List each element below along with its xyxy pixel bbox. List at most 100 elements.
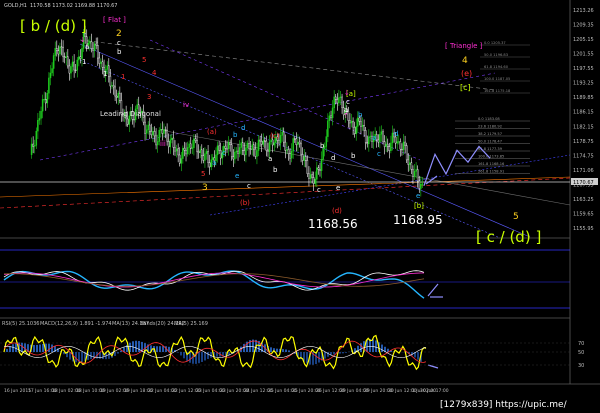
candle-body (407, 159, 409, 165)
candle-body (194, 138, 197, 141)
fib-upper-label: 50.0 1196.83 (484, 53, 508, 57)
price-tick: 1209.35 (573, 23, 594, 29)
candle-body (319, 169, 321, 171)
window-ohlc: 1170.58 1173.02 1169.88 1170.67 (30, 3, 117, 9)
fib-label: 38.2 1179.57 (478, 132, 502, 136)
price-tick: 1205.15 (573, 37, 594, 43)
fib-upper-label: 161.8 1175.18 (484, 89, 511, 93)
candle-body (163, 129, 165, 134)
candle-body (126, 118, 129, 125)
candle-body (379, 134, 381, 143)
candle-body (338, 97, 340, 104)
candle-body (264, 140, 266, 142)
candle-body (202, 155, 205, 161)
candle-body (413, 171, 416, 177)
candle-body (172, 137, 175, 148)
candle-body (409, 162, 411, 165)
candle-body (410, 162, 413, 170)
candle-body (234, 151, 236, 160)
candle-body (294, 138, 296, 140)
candle-body (387, 143, 389, 147)
candle-body (401, 148, 403, 151)
candle-body (109, 75, 112, 87)
candle-body (249, 148, 252, 150)
candle-body (377, 139, 380, 143)
candle-body (216, 145, 219, 156)
candle-body (380, 131, 383, 135)
level-b-label: 1168.95 (393, 213, 443, 227)
candle-body (273, 142, 276, 146)
candle-body (292, 138, 294, 152)
candle-body (79, 56, 82, 59)
candle-body (196, 140, 198, 152)
candle-body (303, 156, 305, 161)
candle-body (297, 141, 299, 146)
candle-body (327, 120, 329, 137)
candle-body (67, 56, 69, 67)
candle-body (78, 56, 80, 61)
candle-body (382, 131, 384, 142)
candle-body (328, 115, 331, 121)
price-tick: 1178.75 (573, 139, 594, 145)
candle-body (174, 147, 176, 152)
window-symbol: GOLD,H1 (4, 3, 27, 9)
svg-text:5: 5 (201, 170, 205, 178)
candle-body (115, 95, 118, 98)
fib-label: 23.6 1180.92 (478, 125, 502, 129)
candle-body (133, 118, 135, 121)
price-tick: 1201.55 (573, 52, 594, 58)
candle-body (330, 115, 332, 119)
ma2-label: MA(5) 25.169 (174, 321, 208, 327)
candle-body (177, 148, 179, 156)
candle-body (336, 99, 339, 104)
candle-body (322, 148, 324, 160)
svg-text:1: 1 (82, 58, 86, 66)
candle-body (421, 183, 424, 185)
wave-c-bracket-label: [c] (460, 83, 471, 92)
candle-body (197, 151, 200, 154)
price-tick: 1174.75 (573, 153, 594, 159)
candle-body (101, 61, 104, 68)
candle-body (404, 141, 406, 146)
svg-text:(c): (c) (270, 132, 280, 140)
svg-text:d: d (394, 130, 398, 138)
candle-body (207, 151, 209, 163)
candle-body (361, 124, 364, 127)
candle-body (320, 158, 323, 171)
svg-text:1: 1 (103, 70, 107, 78)
svg-text:(b): (b) (240, 199, 250, 207)
last-price-value: 1170.67 (573, 180, 594, 186)
svg-text:b: b (320, 142, 325, 150)
candle-body (169, 139, 172, 148)
candle-body (89, 41, 91, 44)
candle-body (391, 132, 394, 144)
candle-body (201, 149, 203, 157)
rsi-label: RSI(5) 25.1036 (2, 321, 39, 327)
candle-body (420, 183, 422, 189)
candle-body (62, 47, 64, 57)
svg-text:e: e (235, 172, 239, 180)
svg-text:3: 3 (147, 93, 151, 101)
candle-body (363, 124, 365, 131)
candle-body (262, 140, 264, 145)
candle-body (175, 148, 178, 152)
price-tick: 1155.95 (573, 226, 594, 232)
candle-body (90, 41, 93, 49)
candle-body (305, 156, 307, 161)
candle-body (286, 149, 288, 151)
candle-body (314, 179, 317, 184)
candle-body (289, 153, 291, 159)
time-tick: 30 Jun 17:00 (420, 388, 449, 394)
candle-body (111, 85, 113, 87)
candle-body (412, 169, 414, 177)
candle-body (383, 141, 386, 147)
candle-body (331, 107, 334, 119)
wave-4-label: 4 (462, 56, 468, 66)
svg-text:e: e (416, 192, 420, 200)
osc2-level-50: 50 (578, 350, 584, 356)
candle-body (37, 119, 39, 132)
candle-body (153, 131, 156, 137)
svg-text:c: c (222, 149, 226, 157)
candle-body (301, 154, 304, 161)
candle-body (54, 48, 56, 56)
